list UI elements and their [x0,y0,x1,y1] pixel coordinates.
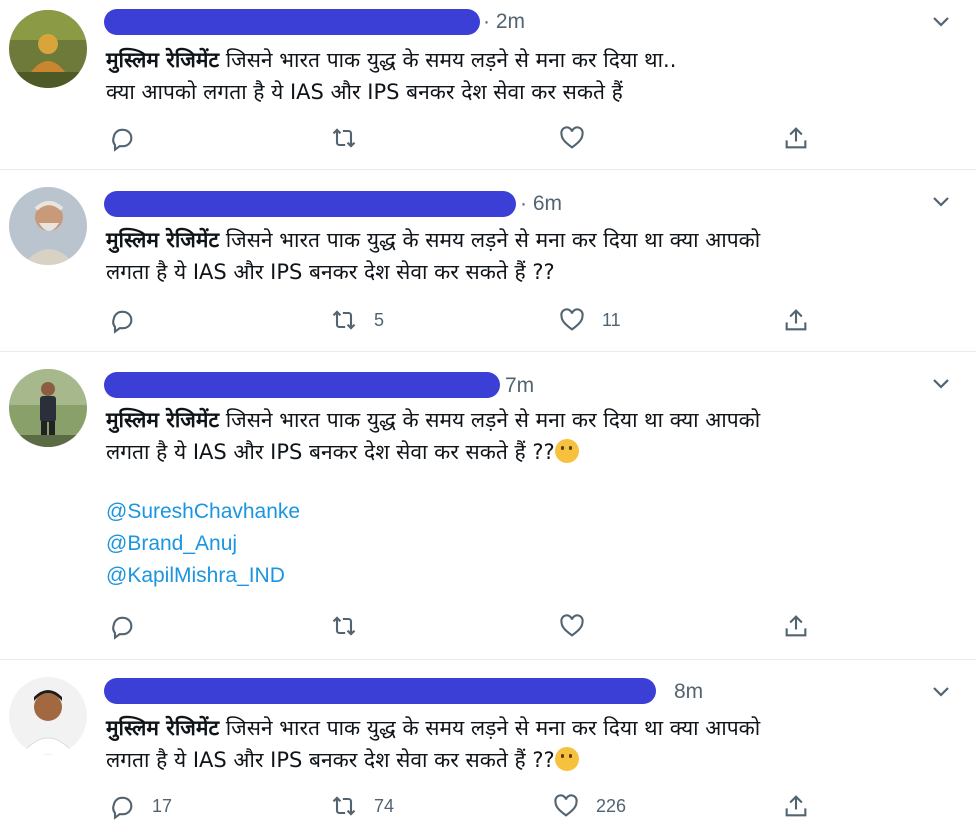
reply-button[interactable]: 17 [108,786,172,826]
tweet-timestamp[interactable]: · 2m [483,10,525,34]
tweet-actions [0,606,976,646]
share-icon [785,309,807,331]
heart-icon [560,126,584,149]
retweet-button[interactable] [330,606,374,646]
tweet-bold-text: मुस्लिम रेजिमेंट [106,408,220,432]
tweet-text: मुस्लिम रेजिमेंट जिसने भारत पाक युद्ध के… [106,712,946,776]
chevron-down-icon[interactable] [930,190,952,212]
share-button[interactable] [782,786,810,826]
tweet-bold-text: मुस्लिम रेजिमेंट [106,48,220,72]
tweet-actions [0,118,976,158]
redacted-username [104,9,480,35]
reply-count: 17 [152,795,173,816]
retweet-button[interactable]: 74 [330,786,394,826]
like-count: 226 [596,795,627,816]
tweet[interactable]: · 6m मुस्लिम रेजिमेंट जिसने भारत पाक युद… [0,170,976,352]
mention-link[interactable]: @KapilMishra_IND [106,560,946,592]
like-button[interactable] [558,118,602,158]
reply-icon [112,310,133,334]
tweet-bold-text: मुस्लिम रेजिमेंट [106,716,220,740]
avatar-image-icon [9,677,87,755]
heart-icon [554,794,578,817]
like-button[interactable] [558,606,602,646]
redacted-username [104,191,516,217]
avatar[interactable] [9,677,87,755]
reply-icon [112,128,133,152]
reply-button[interactable] [108,300,152,340]
share-button[interactable] [782,118,810,158]
reply-icon [112,796,133,820]
tweet-text: मुस्लिम रेजिमेंट जिसने भारत पाक युद्ध के… [106,224,946,288]
like-count: 11 [602,309,621,330]
tweet-timestamp[interactable]: · 6m [520,192,562,216]
heart-icon [560,614,584,637]
tweet-text-line: जिसने भारत पाक युद्ध के समय लड़ने से मना… [219,408,761,432]
tweet[interactable]: 7m मुस्लिम रेजिमेंट जिसने भारत पाक युद्ध… [0,352,976,660]
chevron-down-icon[interactable] [930,680,952,702]
reply-icon [112,616,133,640]
thinking-face-emoji-icon [554,747,579,771]
share-icon [785,795,807,817]
chevron-down-icon[interactable] [930,372,952,394]
like-button[interactable]: 226 [552,786,626,826]
retweet-icon [332,616,356,636]
tweet-text-line: जिसने भारत पाक युद्ध के समय लड़ने से मना… [219,716,761,740]
retweet-button[interactable]: 5 [330,300,384,340]
tweet-text-line: लगता है ये IAS और IPS बनकर देश सेवा कर स… [106,748,555,772]
tweet-text: मुस्लिम रेजिमेंट जिसने भारत पाक युद्ध के… [106,404,946,592]
reply-button[interactable] [108,606,152,646]
mention-link[interactable]: @Brand_Anuj [106,528,946,560]
chevron-down-icon[interactable] [930,10,952,32]
tweet-text-line: क्या आपको लगता है ये IAS और IPS बनकर देश… [106,80,623,104]
share-icon [785,615,807,637]
thinking-face-emoji-icon [554,439,579,463]
redacted-username [104,372,500,398]
retweet-icon [332,310,356,330]
tweet-text: मुस्लिम रेजिमेंट जिसने भारत पाक युद्ध के… [106,44,946,108]
avatar[interactable] [9,10,87,88]
reply-button[interactable] [108,118,152,158]
retweet-count: 5 [374,309,385,330]
share-icon [785,127,807,149]
avatar-image-icon [9,187,87,265]
tweet-text-line: लगता है ये IAS और IPS बनकर देश सेवा कर स… [106,440,555,464]
retweet-button[interactable] [330,118,374,158]
redacted-username [104,678,656,704]
tweet[interactable]: 8m मुस्लिम रेजिमेंट जिसने भारत पाक युद्ध… [0,660,976,829]
tweet-actions: 5 11 [0,300,976,340]
tweet-timestamp[interactable]: 8m [674,680,703,704]
retweet-icon [332,796,356,816]
share-button[interactable] [782,300,810,340]
retweet-count: 74 [374,795,395,816]
retweet-icon [332,128,356,148]
share-button[interactable] [782,606,810,646]
avatar[interactable] [9,187,87,265]
heart-icon [560,308,584,331]
tweet-text-line: जिसने भारत पाक युद्ध के समय लड़ने से मना… [219,48,677,72]
tweet-actions: 17 74 226 [0,786,976,826]
tweet-text-line: लगता है ये IAS और IPS बनकर देश सेवा कर स… [106,260,555,284]
mention-link[interactable]: @SureshChavhanke [106,496,946,528]
like-button[interactable]: 11 [558,300,621,340]
tweet[interactable]: · 2m मुस्लिम रेजिमेंट जिसने भारत पाक युद… [0,0,976,170]
tweet-timestamp[interactable]: 7m [505,374,534,398]
tweet-bold-text: मुस्लिम रेजिमेंट [106,228,220,252]
avatar-image-icon [9,369,87,447]
tweet-text-line: जिसने भारत पाक युद्ध के समय लड़ने से मना… [219,228,761,252]
avatar[interactable] [9,369,87,447]
avatar-image-icon [9,10,87,88]
